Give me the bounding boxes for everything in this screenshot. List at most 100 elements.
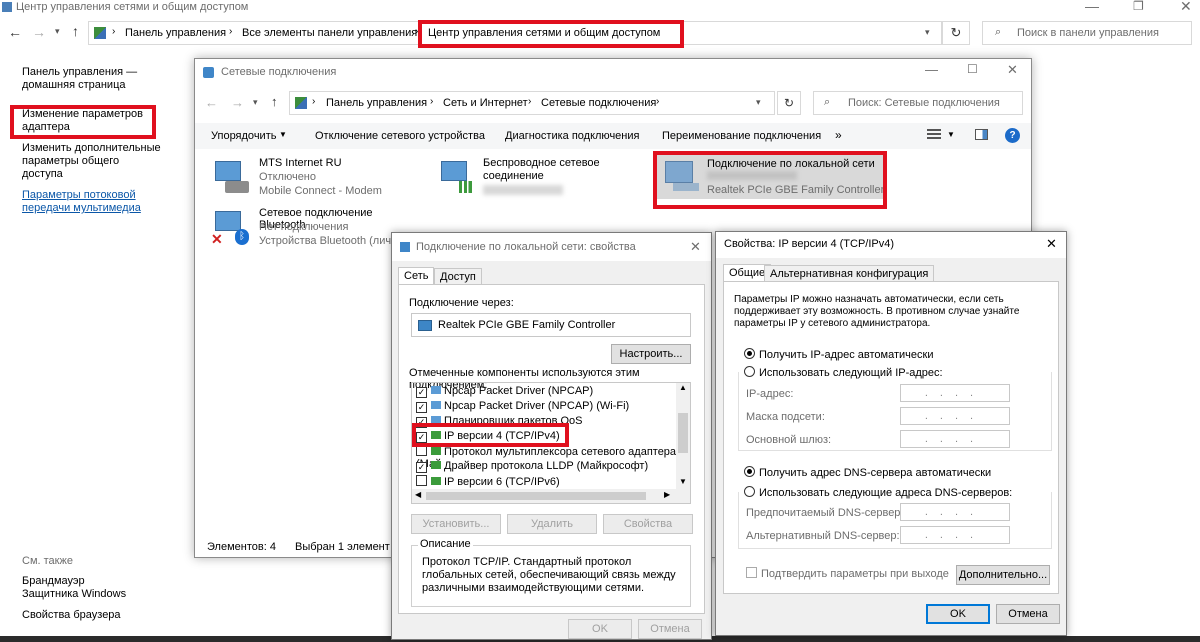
preview-pane-icon[interactable] <box>975 129 988 140</box>
close-icon[interactable]: ✕ <box>1007 62 1018 78</box>
list-item[interactable]: ✕ ᛒ Сетевое подключение Bluetooth Нет по… <box>209 205 409 253</box>
properties-button[interactable]: Свойства <box>603 514 693 534</box>
maximize-icon[interactable]: ❐ <box>1133 0 1144 13</box>
breadcrumb-item[interactable]: Все элементы панели управления <box>242 27 417 39</box>
maximize-icon[interactable]: ☐ <box>967 62 978 76</box>
ok-button[interactable]: OK <box>568 619 632 639</box>
sidebar-streaming[interactable]: Параметры потоковой передачи мультимедиа <box>22 189 142 215</box>
configure-button[interactable]: Настроить... <box>611 344 691 364</box>
sidebar-firewall[interactable]: Брандмауэр Защитника Windows <box>22 575 142 601</box>
disable-device-button[interactable]: Отключение сетевого устройства <box>315 130 485 142</box>
sidebar-home-link[interactable]: Панель управления — домашняя страница <box>22 66 142 92</box>
list-item[interactable]: ✓ Npcap Packet Driver (NPCAP) (Wi-Fi) <box>416 400 629 413</box>
selected-count: Выбран 1 элемент <box>295 541 390 553</box>
radio-button[interactable] <box>744 466 755 477</box>
refresh-button[interactable]: ↻ <box>777 91 801 115</box>
window-title: Центр управления сетями и общим доступом <box>16 1 249 13</box>
see-also-heading: См. также <box>22 555 73 567</box>
tab-sharing[interactable]: Доступ <box>434 268 482 285</box>
breadcrumb-item[interactable]: Сетевые подключения <box>541 97 656 109</box>
horizontal-scrollbar[interactable]: ◀ ▶ <box>412 489 690 503</box>
search-input[interactable]: ⌕ Поиск: Сетевые подключения <box>813 91 1023 115</box>
chevron-down-icon[interactable]: ▾ <box>756 97 761 108</box>
view-options-icon[interactable] <box>927 129 941 141</box>
remove-button[interactable]: Удалить <box>507 514 597 534</box>
radio-button[interactable] <box>744 348 755 359</box>
organize-menu[interactable]: Упорядочить <box>211 130 276 142</box>
up-icon[interactable]: ↑ <box>271 94 278 109</box>
tab-network[interactable]: Сеть <box>398 267 435 284</box>
bluetooth-icon: ᛒ <box>235 229 249 245</box>
sidebar: Панель управления — домашняя страница Из… <box>22 66 172 215</box>
back-icon[interactable]: ← <box>8 24 22 40</box>
dialog-title: Свойства: IP версии 4 (TCP/IPv4) <box>724 238 895 250</box>
advanced-button[interactable]: Дополнительно... <box>956 565 1050 585</box>
gateway-field[interactable]: .... <box>900 430 1010 448</box>
chevron-down-icon[interactable]: ▾ <box>253 97 258 108</box>
chevron-down-icon[interactable]: ▼ <box>947 130 955 139</box>
refresh-button[interactable]: ↻ <box>942 21 970 45</box>
wireless-icon <box>437 157 477 197</box>
auto-dns-radio[interactable]: Получить адрес DNS-сервера автоматически <box>744 466 991 479</box>
list-item[interactable]: IP версии 6 (TCP/IPv6) <box>416 475 560 488</box>
checkbox[interactable]: ✓ <box>416 462 427 473</box>
list-item[interactable]: Беспроводное сетевое соединение <box>435 155 635 203</box>
dialog-title: Подключение по локальной сети: свойства <box>416 241 636 253</box>
scrollbar-thumb[interactable] <box>678 413 688 453</box>
scroll-right-icon[interactable]: ▶ <box>664 490 670 499</box>
connection-status: Отключено <box>259 171 316 183</box>
up-icon[interactable]: ↑ <box>72 23 79 39</box>
cancel-button[interactable]: Отмена <box>996 604 1060 624</box>
validate-checkbox[interactable]: Подтвердить параметры при выходе <box>746 567 949 580</box>
list-item[interactable]: MTS Internet RU Отключено Mobile Connect… <box>209 155 429 203</box>
dns1-field[interactable]: .... <box>900 503 1010 521</box>
dns2-label: Альтернативный DNS-сервер: <box>746 530 900 542</box>
address-bar[interactable]: › Панель управления › Сеть и Интернет › … <box>289 91 775 115</box>
sidebar-sharing[interactable]: Изменить дополнительные параметры общего… <box>22 142 162 181</box>
ok-button[interactable]: OK <box>926 604 990 624</box>
highlight-box <box>418 20 684 48</box>
forward-icon[interactable]: → <box>231 95 244 110</box>
more-button[interactable]: » <box>835 128 842 142</box>
close-icon[interactable]: ✕ <box>1046 236 1057 252</box>
modem-icon <box>211 157 251 197</box>
dns2-field[interactable]: .... <box>900 526 1010 544</box>
subnet-mask-field[interactable]: .... <box>900 407 1010 425</box>
help-icon[interactable]: ? <box>1005 128 1020 143</box>
vertical-scrollbar[interactable]: ▲ ▼ <box>676 383 690 489</box>
close-icon[interactable]: ✕ <box>1180 0 1192 15</box>
net-component-icon <box>431 461 441 469</box>
scrollbar-thumb[interactable] <box>426 492 646 500</box>
checkbox[interactable] <box>416 475 427 486</box>
checkbox[interactable] <box>746 567 757 578</box>
checkbox[interactable]: ✓ <box>416 387 427 398</box>
scroll-left-icon[interactable]: ◀ <box>415 490 421 499</box>
forward-icon[interactable]: → <box>32 24 46 40</box>
connect-via-label: Подключение через: <box>409 297 514 309</box>
minimize-icon[interactable]: — <box>1085 0 1099 14</box>
breadcrumb-item[interactable]: Панель управления <box>326 97 427 109</box>
chevron-down-icon[interactable]: ▾ <box>925 27 930 38</box>
checkbox[interactable]: ✓ <box>416 402 427 413</box>
chevron-down-icon[interactable]: ▾ <box>55 26 60 37</box>
list-item[interactable]: ✓ Npcap Packet Driver (NPCAP) <box>416 385 593 398</box>
install-button[interactable]: Установить... <box>411 514 501 534</box>
diagnose-button[interactable]: Диагностика подключения <box>505 130 639 142</box>
rename-button[interactable]: Переименование подключения <box>662 130 821 142</box>
breadcrumb-item[interactable]: Панель управления <box>125 27 226 39</box>
breadcrumb-item[interactable]: Сеть и Интернет <box>443 97 528 109</box>
scroll-down-icon[interactable]: ▼ <box>679 477 687 486</box>
close-icon[interactable]: ✕ <box>690 239 701 255</box>
description-title: Описание <box>418 538 473 550</box>
scroll-up-icon[interactable]: ▲ <box>679 383 687 392</box>
cancel-button[interactable]: Отмена <box>638 619 702 639</box>
auto-ip-radio[interactable]: Получить IP-адрес автоматически <box>744 348 933 361</box>
back-icon[interactable]: ← <box>205 95 218 110</box>
ip-address-field[interactable]: .... <box>900 384 1010 402</box>
search-input[interactable]: ⌕ Поиск в панели управления <box>982 21 1192 45</box>
ipv4-dialog: Свойства: IP версии 4 (TCP/IPv4) ✕ Общие… <box>715 231 1067 636</box>
minimize-icon[interactable]: — <box>925 62 938 77</box>
tab-alternate[interactable]: Альтернативная конфигурация <box>764 265 935 282</box>
list-item[interactable]: ✓ Драйвер протокола LLDP (Майкрософт) <box>416 460 648 473</box>
sidebar-browser[interactable]: Свойства браузера <box>22 609 121 621</box>
